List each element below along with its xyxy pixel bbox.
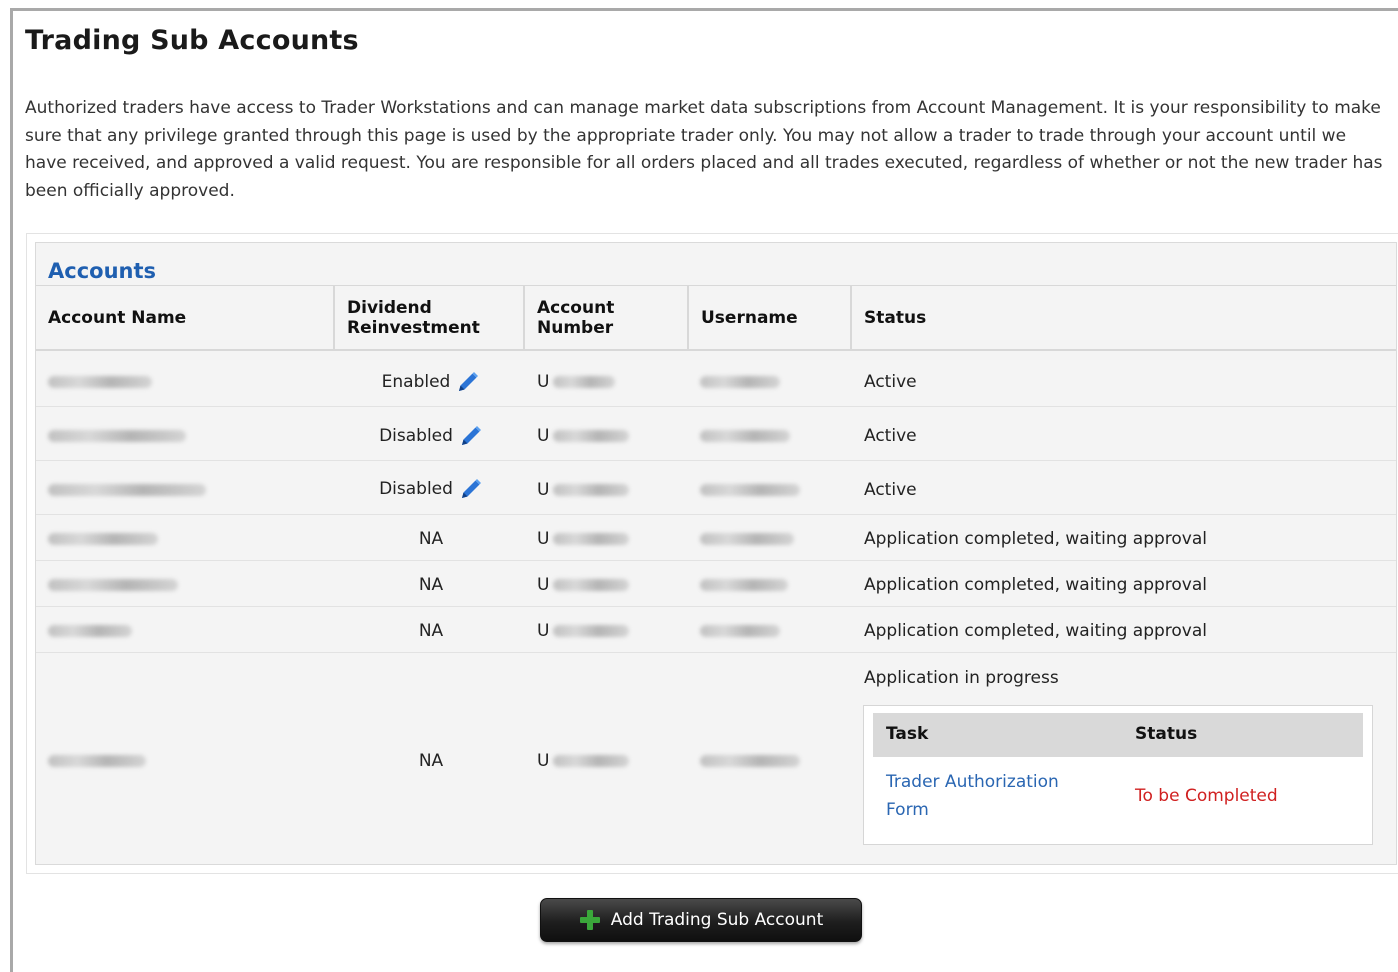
account-number-prefix: U <box>537 480 550 500</box>
row-divider <box>36 652 1396 653</box>
dividend-cell: NA <box>418 621 444 641</box>
task-column-header: Task <box>886 724 929 744</box>
account-name-redacted <box>48 746 146 776</box>
row-divider <box>36 606 1396 607</box>
account-name-redacted <box>48 367 152 397</box>
account-number-cell: U <box>537 746 630 776</box>
row-divider <box>36 460 1396 461</box>
account-number-redacted <box>553 430 630 442</box>
task-status-value: To be Completed <box>1135 786 1278 806</box>
account-name-redacted <box>48 570 178 600</box>
account-number-cell: U <box>537 524 630 554</box>
username-redacted <box>700 421 790 451</box>
account-number-cell: U <box>537 367 616 397</box>
col-header-status: Status <box>852 285 1396 351</box>
account-number-redacted <box>553 533 630 545</box>
status-cell: Application completed, waiting approval <box>864 529 1208 549</box>
account-number-cell: U <box>537 616 630 646</box>
row-divider <box>36 406 1396 407</box>
pencil-icon[interactable] <box>459 477 483 501</box>
username-redacted <box>700 746 800 776</box>
task-link-line1: Trader Authorization <box>886 772 1059 792</box>
col-header-account-number: Account Number <box>525 285 689 351</box>
account-number-cell: U <box>537 475 630 505</box>
col-label-dividend: Dividend Reinvestment <box>347 298 480 338</box>
accounts-panel: Accounts Account Name Dividend Reinvestm… <box>35 242 1397 865</box>
dividend-cell: Enabled <box>336 365 526 399</box>
account-number-prefix: U <box>537 372 550 392</box>
status-cell: Application completed, waiting approval <box>864 575 1208 595</box>
page-title: Trading Sub Accounts <box>25 25 359 56</box>
task-table: Task Status Trader Authorization Form To… <box>863 705 1373 845</box>
account-number-prefix: U <box>537 621 550 641</box>
col-label-status: Status <box>864 307 927 328</box>
plus-icon <box>579 910 600 930</box>
username-redacted <box>700 570 788 600</box>
row-divider <box>36 560 1396 561</box>
account-number-redacted <box>553 579 630 591</box>
account-number-cell: U <box>537 570 630 600</box>
account-name-redacted <box>48 616 132 646</box>
task-link-line2: Form <box>886 800 929 820</box>
account-number-redacted <box>553 376 616 388</box>
username-redacted <box>700 475 800 505</box>
task-status-column-header: Status <box>1135 724 1198 744</box>
add-button-label: Add Trading Sub Account <box>610 910 824 930</box>
add-trading-sub-account-button[interactable]: Add Trading Sub Account <box>540 898 862 942</box>
page-frame: Trading Sub Accounts Authorized traders … <box>10 8 1398 972</box>
col-header-dividend: Dividend Reinvestment <box>335 285 525 351</box>
accounts-title: Accounts <box>48 259 157 283</box>
col-label-dividend-line1: Dividend <box>347 297 432 318</box>
status-cell: Application completed, waiting approval <box>864 621 1208 641</box>
dividend-cell: NA <box>418 529 444 549</box>
dividend-value: Enabled <box>381 372 451 392</box>
account-number-redacted <box>553 484 630 496</box>
account-name-redacted <box>48 524 158 554</box>
account-number-redacted <box>553 755 630 767</box>
col-label-account-number-line1: Account <box>537 297 615 318</box>
account-number-cell: U <box>537 421 630 451</box>
account-number-prefix: U <box>537 575 550 595</box>
col-header-account-name: Account Name <box>36 285 335 351</box>
status-cell: Active <box>864 426 917 446</box>
status-cell: Active <box>864 480 917 500</box>
col-label-account-name: Account Name <box>48 307 187 328</box>
dividend-value: Disabled <box>379 426 453 446</box>
account-number-prefix: U <box>537 529 550 549</box>
col-label-account-number-line2: Number <box>537 317 614 338</box>
dividend-cell: NA <box>418 575 444 595</box>
status-cell: Application in progress <box>864 668 1059 688</box>
col-header-username: Username <box>689 285 852 351</box>
accounts-panel-wrapper: Accounts Account Name Dividend Reinvestm… <box>26 233 1398 874</box>
status-cell: Active <box>864 372 917 392</box>
account-name-redacted <box>48 421 186 451</box>
col-label-dividend-line2: Reinvestment <box>347 317 480 338</box>
dividend-cell: NA <box>418 751 444 771</box>
pencil-icon[interactable] <box>456 370 480 394</box>
trader-authorization-form-link[interactable]: Trader Authorization Form <box>886 768 1086 824</box>
intro-text: Authorized traders have access to Trader… <box>25 98 1383 201</box>
col-label-account-number: Account Number <box>537 298 614 338</box>
dividend-value: Disabled <box>379 479 453 499</box>
username-redacted <box>700 367 780 397</box>
col-label-username: Username <box>701 307 798 328</box>
username-redacted <box>700 616 780 646</box>
dividend-cell: Disabled <box>336 472 526 506</box>
row-divider <box>36 514 1396 515</box>
dividend-cell: Disabled <box>336 419 526 453</box>
account-number-prefix: U <box>537 426 550 446</box>
task-table-header: Task Status <box>873 713 1363 757</box>
account-number-redacted <box>553 625 630 637</box>
username-redacted <box>700 524 794 554</box>
pencil-icon[interactable] <box>459 424 483 448</box>
account-name-redacted <box>48 475 206 505</box>
account-number-prefix: U <box>537 751 550 771</box>
